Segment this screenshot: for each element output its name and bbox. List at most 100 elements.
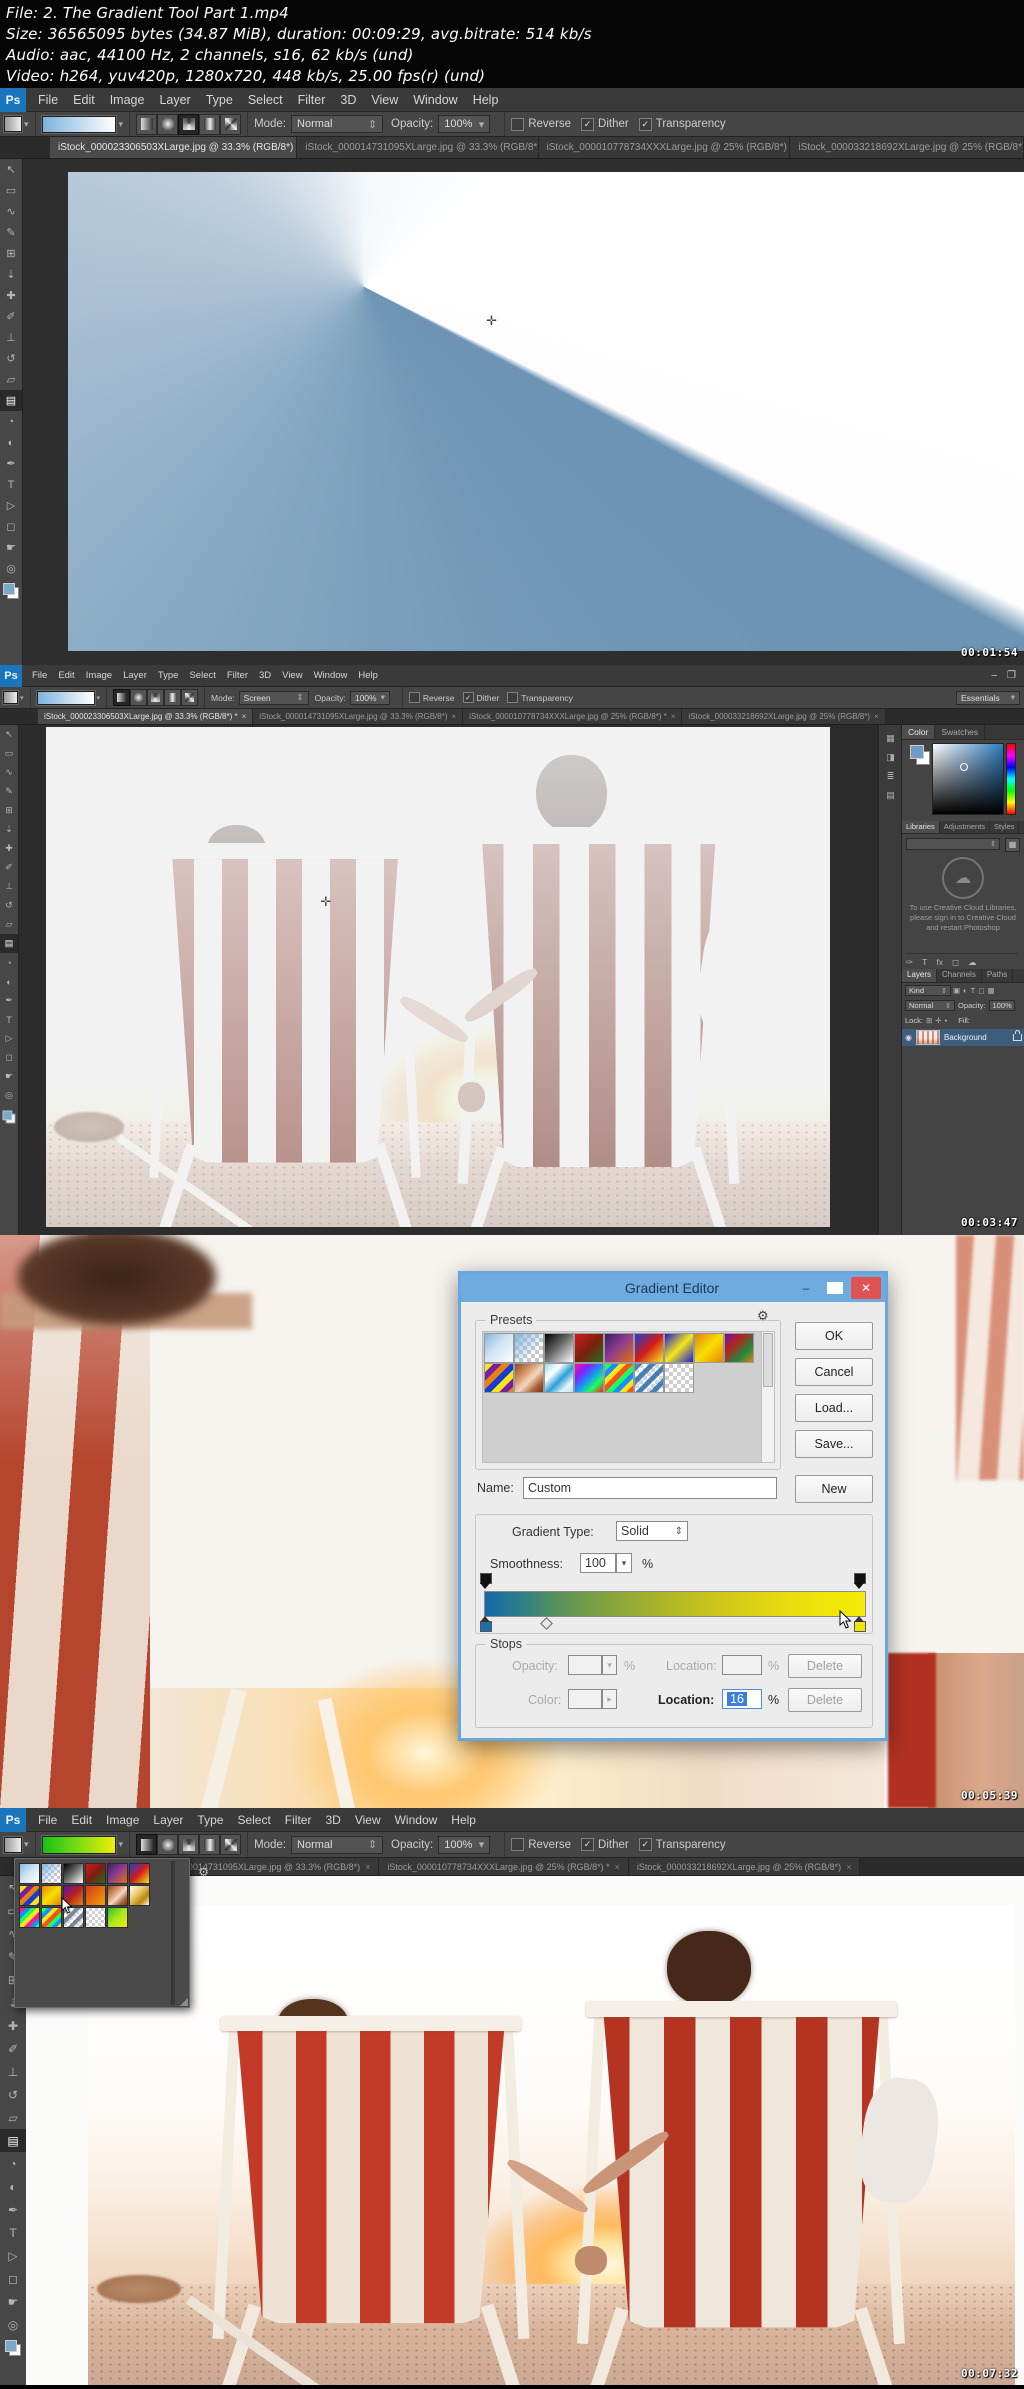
path-selection-tool[interactable]: ▷: [0, 2244, 26, 2267]
tool-preset-caret-icon[interactable]: ▾: [20, 694, 24, 702]
menu-item[interactable]: Image: [110, 93, 145, 107]
tab-close-icon[interactable]: ×: [846, 1862, 851, 1872]
clone-stamp-tool[interactable]: ⊥: [0, 877, 18, 896]
menu-item[interactable]: Help: [358, 670, 378, 681]
shape-tool[interactable]: ◻: [0, 516, 22, 537]
dither-checkbox[interactable]: ✓: [462, 692, 474, 703]
menu-item[interactable]: 3D: [340, 93, 356, 107]
preset-orange-yellow-orange[interactable]: [41, 1885, 62, 1906]
menu-item[interactable]: File: [38, 93, 58, 107]
menu-item[interactable]: View: [371, 93, 398, 107]
menu-item[interactable]: View: [355, 1813, 381, 1827]
reverse-checkbox[interactable]: [408, 692, 420, 703]
eyedropper-tool[interactable]: ⇣: [0, 820, 18, 839]
preset-red-green[interactable]: [574, 1333, 604, 1363]
opacity-select[interactable]: 100% ▾: [438, 1835, 491, 1854]
libraries-grid-icon[interactable]: ▦: [1005, 838, 1020, 852]
layer-filter-icon[interactable]: ▦: [987, 986, 994, 995]
preset-gold-chrome[interactable]: [129, 1885, 150, 1906]
menu-item[interactable]: Filter: [227, 670, 248, 681]
opacity-select[interactable]: 100% ▾: [438, 115, 491, 133]
type-tool[interactable]: T: [0, 1010, 18, 1029]
menu-item[interactable]: Window: [395, 1813, 438, 1827]
preset-black-white[interactable]: [63, 1863, 84, 1884]
preset-spectrum[interactable]: [574, 1363, 604, 1393]
menu-item[interactable]: Select: [189, 670, 215, 681]
preset-green-yellow[interactable]: [107, 1907, 128, 1928]
panel-tab[interactable]: Swatches: [935, 725, 986, 739]
opacity-stop-right[interactable]: [854, 1573, 866, 1589]
smoothness-input[interactable]: 100: [580, 1553, 616, 1573]
layer-filter-kind-select[interactable]: Kind ⇕: [905, 985, 951, 996]
gradient-tool[interactable]: ▤: [0, 2129, 26, 2152]
eraser-tool[interactable]: ▱: [0, 369, 22, 390]
dither-checkbox[interactable]: ✓: [581, 117, 595, 131]
menu-item[interactable]: Layer: [159, 93, 190, 107]
tab-close-icon[interactable]: ×: [452, 712, 457, 721]
document-tab[interactable]: iStock_000010778734XXXLarge.jpg @ 25% (R…: [379, 1858, 629, 1875]
preset-transparent-stripes[interactable]: [634, 1363, 664, 1393]
menu-item[interactable]: Layer: [153, 1813, 183, 1827]
gradient-name-input[interactable]: Custom: [523, 1477, 777, 1499]
canvas-beach-photo[interactable]: [88, 1905, 1015, 2385]
dialog-title-bar[interactable]: Gradient Editor – ✕: [461, 1274, 885, 1302]
clone-stamp-tool[interactable]: ⊥: [0, 2060, 26, 2083]
tab-close-icon[interactable]: ×: [671, 712, 676, 721]
hand-tool[interactable]: ☛: [0, 2290, 26, 2313]
menu-item[interactable]: Window: [413, 93, 457, 107]
blur-tool[interactable]: ◔: [0, 953, 18, 972]
layer-filter-icon[interactable]: ▣: [953, 986, 960, 995]
document-tab[interactable]: iStock_000033218692XLarge.jpg @ 25% (RGB…: [790, 137, 1024, 158]
move-tool[interactable]: ↖: [0, 159, 22, 180]
reverse-checkbox[interactable]: [511, 117, 525, 131]
presets-scrollbar[interactable]: [761, 1331, 775, 1463]
lock-option-icon[interactable]: ✛: [935, 1016, 941, 1025]
cancel-button[interactable]: Cancel: [795, 1358, 873, 1386]
gradient-picker-caret-icon[interactable]: ▾: [119, 1839, 124, 1850]
minimize-window-icon[interactable]: –: [991, 670, 997, 681]
gradient-preview[interactable]: [41, 1835, 116, 1854]
preset-yellow-violet-stripes[interactable]: [19, 1885, 40, 1906]
panel-fg-swatch[interactable]: [910, 745, 924, 759]
libraries-footer-icon[interactable]: fx: [936, 957, 943, 968]
path-selection-tool[interactable]: ▷: [0, 495, 22, 516]
dodge-tool[interactable]: ◐: [0, 2175, 26, 2198]
document-tab[interactable]: iStock_000010778734XXXLarge.jpg @ 25% (R…: [463, 709, 683, 724]
reflected-gradient-button[interactable]: [164, 689, 182, 706]
radial-gradient-button[interactable]: [130, 689, 148, 706]
close-icon[interactable]: ✕: [851, 1277, 881, 1299]
tool-preset-icon[interactable]: [3, 691, 18, 704]
gradient-ramp[interactable]: [484, 1591, 866, 1617]
gradient-picker-caret-icon[interactable]: ▾: [119, 119, 124, 130]
preset-orange-yellow-orange[interactable]: [694, 1333, 724, 1363]
dodge-tool[interactable]: ◐: [0, 972, 18, 991]
healing-brush-tool[interactable]: ✚: [0, 2014, 26, 2037]
layer-filter-icon[interactable]: ◻: [978, 986, 984, 995]
preset-foreground-to-transparent[interactable]: [41, 1863, 62, 1884]
picker-scrollbar[interactable]: [171, 1861, 175, 2005]
diamond-gradient-button[interactable]: [220, 113, 242, 135]
preset-foreground-to-background[interactable]: [484, 1333, 514, 1363]
gradient-picker-caret-icon[interactable]: ▾: [97, 694, 101, 702]
angle-gradient-button[interactable]: [178, 1834, 200, 1855]
document-tab[interactable]: iStock_000033218692XLarge.jpg @ 25% (RGB…: [628, 1858, 861, 1875]
brush-tool[interactable]: ✐: [0, 858, 18, 877]
diamond-gradient-button[interactable]: [220, 1834, 242, 1855]
clone-stamp-tool[interactable]: ⊥: [0, 327, 22, 348]
marquee-tool[interactable]: ▭: [0, 744, 18, 763]
panel-tab[interactable]: Color: [902, 725, 936, 739]
document-tab[interactable]: iStock_000023306503XLarge.jpg @ 33.3% (R…: [38, 709, 254, 724]
menu-item[interactable]: Filter: [285, 1813, 312, 1827]
pen-tool[interactable]: ✒: [0, 991, 18, 1010]
blur-tool[interactable]: ◔: [0, 2152, 26, 2175]
opacity-select[interactable]: 100% ▾: [349, 690, 390, 705]
preset-blue-green-rainbow[interactable]: [41, 1907, 62, 1928]
foreground-background-swatches[interactable]: [2, 1110, 16, 1124]
mode-select[interactable]: Screen ⇕: [238, 690, 309, 705]
transparency-checkbox[interactable]: [507, 692, 519, 703]
healing-brush-tool[interactable]: ✚: [0, 839, 18, 858]
tool-preset-caret-icon[interactable]: ▾: [24, 1839, 29, 1850]
layer-visibility-eye-icon[interactable]: ◉: [905, 1033, 912, 1042]
menu-item[interactable]: 3D: [259, 670, 271, 681]
mode-select[interactable]: Normal ⇕: [291, 1835, 384, 1854]
